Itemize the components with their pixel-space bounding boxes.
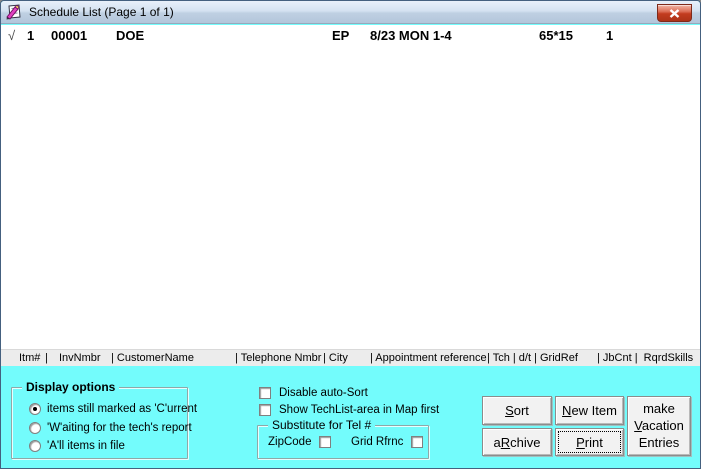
- radio-waiting-report[interactable]: 'W'aiting for the tech's report: [29, 422, 192, 434]
- col-appointment: | Appointment reference: [370, 352, 487, 364]
- substitute-tel-groupbox: Substitute for Tel # ZipCode Grid Rfrnc: [257, 418, 429, 459]
- row-gridref: 65*15: [539, 28, 573, 43]
- show-techlist-row[interactable]: Show TechList-area in Map first: [259, 404, 439, 416]
- disable-auto-sort-label: Disable auto-Sort: [279, 387, 368, 399]
- show-techlist-label: Show TechList-area in Map first: [279, 404, 440, 416]
- print-button[interactable]: Print: [555, 428, 624, 456]
- radio-all-icon[interactable]: [29, 440, 41, 452]
- radio-waiting-icon[interactable]: [29, 422, 41, 434]
- schedule-list-area: √ 1 00001 DOE EP 8/23 MON 1-4 65*15 1: [1, 25, 700, 349]
- col-customername: | CustomerName: [111, 352, 194, 364]
- radio-all-items[interactable]: 'A'll items in file: [29, 440, 125, 452]
- column-header-strip: Itm# | InvNmbr | CustomerName | Telephon…: [1, 349, 700, 366]
- sort-button[interactable]: Sort: [482, 396, 552, 425]
- col-tch-dt-grid: | Tch | d/t | GridRef: [487, 352, 578, 364]
- new-item-button[interactable]: New Item: [555, 396, 624, 425]
- zipcode-checkbox[interactable]: [319, 436, 332, 448]
- col-invnmbr: InvNmbr: [59, 352, 101, 364]
- schedule-list-window: Schedule List (Page 1 of 1) √ 1 00001 DO…: [0, 0, 701, 469]
- radio-waiting-label: 'W'aiting for the tech's report: [47, 422, 192, 434]
- disable-auto-sort-row[interactable]: Disable auto-Sort: [259, 387, 368, 399]
- row-appointment: 8/23 MON 1-4: [370, 28, 452, 43]
- options-panel: Display options items still marked as 'C…: [1, 366, 700, 468]
- row-customer-name: DOE: [116, 28, 145, 43]
- grid-rfrnc-label: Grid Rfrnc: [351, 436, 404, 448]
- row-jobcount: 1: [606, 28, 614, 43]
- col-city: | City: [323, 352, 348, 364]
- row-item-number: 1: [27, 28, 35, 43]
- radio-current-label: items still marked as 'C'urrent: [47, 403, 198, 415]
- display-options-groupbox: Display options items still marked as 'C…: [11, 380, 197, 459]
- radio-all-label: 'A'll items in file: [47, 440, 125, 452]
- zipcode-label: ZipCode: [268, 436, 312, 448]
- schedule-row[interactable]: √ 1 00001 DOE EP 8/23 MON 1-4 65*15 1: [1, 28, 700, 44]
- col-sep: |: [45, 352, 48, 364]
- grid-rfrnc-row[interactable]: Grid Rfrnc: [351, 436, 424, 448]
- row-invoice-number: 00001: [51, 28, 88, 43]
- zipcode-row[interactable]: ZipCode: [268, 436, 332, 448]
- row-tech: EP: [332, 28, 350, 43]
- col-jbcnt-skills: | JbCnt | RqrdSkills: [597, 352, 694, 364]
- title-bar[interactable]: Schedule List (Page 1 of 1): [1, 1, 700, 24]
- schedule-note-icon: [6, 4, 21, 20]
- close-button[interactable]: [657, 4, 692, 22]
- disable-auto-sort-checkbox[interactable]: [259, 387, 271, 399]
- window-title: Schedule List (Page 1 of 1): [29, 5, 174, 19]
- radio-current-icon[interactable]: [29, 403, 41, 415]
- show-techlist-checkbox[interactable]: [259, 404, 271, 416]
- make-vacation-entries-button[interactable]: make Vacation Entries: [627, 396, 691, 456]
- archive-button[interactable]: aRchive: [482, 428, 552, 456]
- display-options-title: Display options: [22, 380, 120, 394]
- close-icon: [669, 8, 680, 18]
- radio-current-items[interactable]: items still marked as 'C'urrent: [29, 403, 197, 415]
- row-checkmark: √: [8, 28, 16, 43]
- grid-rfrnc-checkbox[interactable]: [411, 436, 424, 448]
- col-telephone: | Telephone Nmbr: [235, 352, 322, 364]
- col-itm: Itm#: [19, 352, 41, 364]
- substitute-tel-title: Substitute for Tel #: [268, 418, 376, 432]
